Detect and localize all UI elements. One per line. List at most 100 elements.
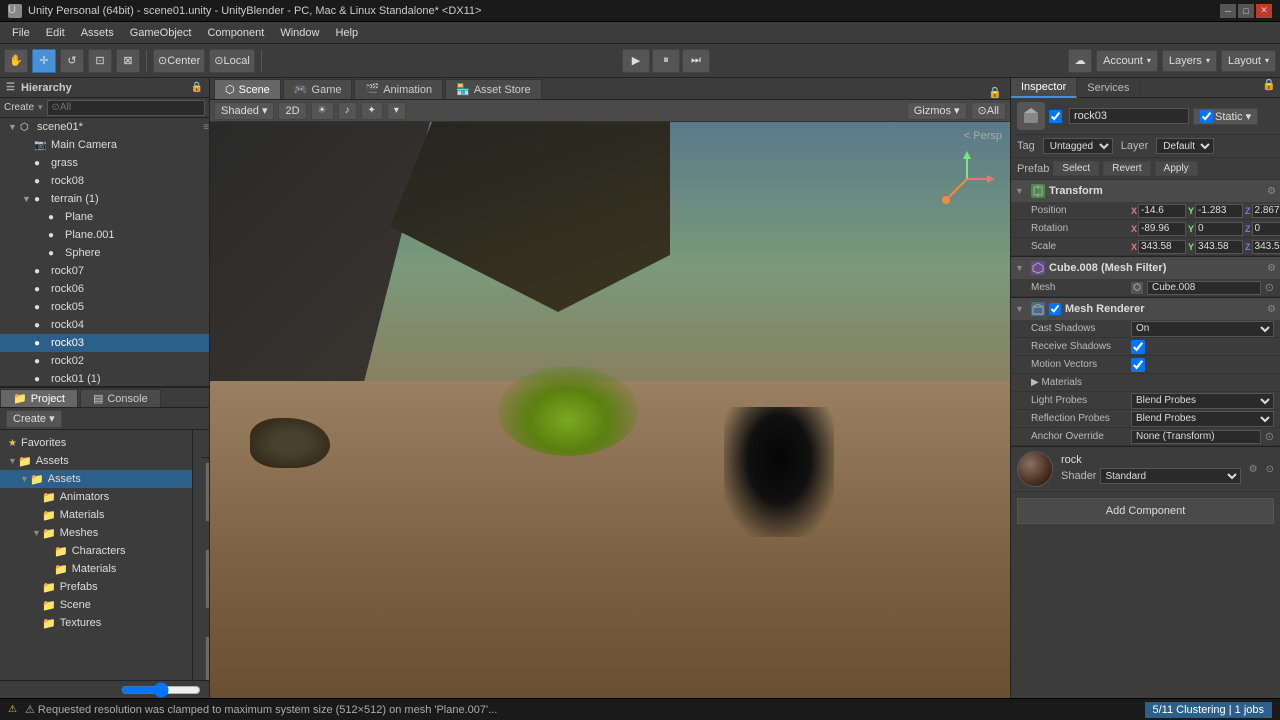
maximize-button[interactable]: □ — [1238, 4, 1254, 18]
mesh-filter-options-icon[interactable]: ⚙ — [1267, 263, 1276, 274]
position-x-input[interactable] — [1138, 204, 1186, 218]
hierarchy-item-rock04[interactable]: ● rock04 — [0, 316, 209, 334]
dimension-button[interactable]: 2D — [278, 102, 306, 120]
receive-shadows-checkbox[interactable] — [1131, 340, 1145, 354]
tree-meshes[interactable]: ▼ 📁 Meshes — [0, 524, 192, 542]
project-create-button[interactable]: Create ▾ — [6, 410, 62, 428]
hierarchy-item-rock08[interactable]: ● rock08 — [0, 172, 209, 190]
scene-layers-filter[interactable]: ⊙All — [971, 102, 1006, 120]
hierarchy-item-rock02[interactable]: ● rock02 — [0, 352, 209, 370]
center-pivot-button[interactable]: ⊙ Center — [153, 49, 205, 73]
light-probes-select[interactable]: Blend Probes — [1131, 393, 1274, 409]
hierarchy-item-rock01[interactable]: ● rock01 (1) — [0, 370, 209, 386]
prefab-apply-button[interactable]: Apply — [1155, 161, 1198, 176]
tab-scene[interactable]: ⬡ Scene — [214, 79, 281, 99]
close-button[interactable]: ✕ — [1256, 4, 1272, 18]
menu-component[interactable]: Component — [199, 25, 272, 41]
scene-options-button[interactable]: ▾ — [387, 102, 406, 120]
transform-header[interactable]: ▼ Transform ⚙ — [1011, 180, 1280, 202]
position-z-input[interactable] — [1252, 204, 1280, 218]
static-checkbox[interactable] — [1200, 110, 1213, 123]
pause-button[interactable]: ⏸ — [652, 49, 680, 73]
mesh-renderer-header[interactable]: ▼ Mesh Renderer ⚙ — [1011, 298, 1280, 320]
hierarchy-item-scene[interactable]: ▼ ⬡ scene01* ≡ — [0, 118, 209, 136]
hierarchy-item-rock07[interactable]: ● rock07 — [0, 262, 209, 280]
tree-textures[interactable]: 📁 Textures — [0, 614, 192, 632]
rotation-y-input[interactable] — [1195, 222, 1243, 236]
cloud-button[interactable]: ☁ — [1068, 49, 1092, 73]
object-enabled-checkbox[interactable] — [1049, 110, 1062, 123]
menu-window[interactable]: Window — [272, 25, 327, 41]
tab-project[interactable]: 📁 Project — [0, 389, 78, 407]
hierarchy-item-grass[interactable]: ● grass — [0, 154, 209, 172]
minimize-button[interactable]: ─ — [1220, 4, 1236, 18]
asset-materials[interactable]: Materials — [201, 545, 209, 626]
local-global-button[interactable]: ⊙ Local — [209, 49, 255, 73]
static-button[interactable]: Static ▾ — [1193, 108, 1258, 125]
step-button[interactable]: ⏭ — [682, 49, 710, 73]
shading-dropdown[interactable]: Shaded ▾ — [214, 102, 274, 120]
audio-button[interactable]: ♪ — [338, 102, 357, 120]
tool-move[interactable]: ✛ — [32, 49, 56, 73]
anchor-pick-icon[interactable]: ⊙ — [1265, 430, 1274, 443]
scale-z-input[interactable] — [1252, 240, 1280, 254]
tree-materials[interactable]: 📁 Materials — [0, 506, 192, 524]
hierarchy-item-sphere[interactable]: ● Sphere — [0, 244, 209, 262]
gizmos-button[interactable]: Gizmos ▾ — [907, 102, 967, 120]
layout-dropdown[interactable]: Layout ▾ — [1221, 50, 1276, 72]
tree-animators[interactable]: 📁 Animators — [0, 488, 192, 506]
inspector-lock-icon[interactable]: 🔒 — [1258, 78, 1280, 97]
prefab-select-button[interactable]: Select — [1053, 161, 1099, 176]
rotation-z-input[interactable] — [1252, 222, 1280, 236]
object-name-input[interactable] — [1069, 108, 1189, 124]
tool-scale[interactable]: ⊡ — [88, 49, 112, 73]
layer-select[interactable]: Default — [1156, 138, 1214, 154]
mesh-filter-header[interactable]: ▼ Cube.008 (Mesh Filter) ⚙ — [1011, 257, 1280, 279]
scene-view[interactable]: < Persp — [210, 122, 1010, 698]
tree-characters[interactable]: 📁 Characters — [0, 542, 192, 560]
mesh-ref-box[interactable]: Cube.008 — [1147, 281, 1261, 295]
tab-game[interactable]: 🎮 Game — [283, 79, 353, 99]
scale-y-input[interactable] — [1195, 240, 1243, 254]
mesh-ref-pick-icon[interactable]: ⊙ — [1265, 281, 1274, 294]
prefab-revert-button[interactable]: Revert — [1103, 161, 1150, 176]
tab-services[interactable]: Services — [1077, 78, 1140, 98]
material-options-icon[interactable]: ⚙ — [1249, 464, 1258, 475]
tool-hand[interactable]: ✋ — [4, 49, 28, 73]
hierarchy-item-plane001[interactable]: ● Plane.001 — [0, 226, 209, 244]
hierarchy-item-rock05[interactable]: ● rock05 — [0, 298, 209, 316]
position-y-input[interactable] — [1195, 204, 1243, 218]
tree-scene[interactable]: 📁 Scene — [0, 596, 192, 614]
asset-size-slider[interactable] — [121, 685, 201, 695]
transform-options-icon[interactable]: ⚙ — [1267, 186, 1276, 197]
lights-button[interactable]: ☀ — [311, 102, 334, 120]
tool-rect[interactable]: ⊠ — [116, 49, 140, 73]
asset-meshes[interactable]: Meshes — [201, 632, 209, 680]
hierarchy-item-maincamera[interactable]: 📷 Main Camera — [0, 136, 209, 154]
rotation-x-input[interactable] — [1138, 222, 1186, 236]
tab-inspector[interactable]: Inspector — [1011, 78, 1077, 98]
layers-dropdown[interactable]: Layers ▾ — [1162, 50, 1217, 72]
mesh-renderer-enabled[interactable] — [1049, 303, 1061, 315]
hierarchy-item-plane[interactable]: ● Plane — [0, 208, 209, 226]
tab-assetstore[interactable]: 🏪 Asset Store — [445, 79, 542, 99]
shader-select[interactable]: Standard — [1100, 468, 1240, 484]
menu-edit[interactable]: Edit — [38, 25, 73, 41]
tab-animation[interactable]: 🎬 Animation — [354, 79, 443, 99]
cast-shadows-select[interactable]: On — [1131, 321, 1274, 337]
menu-assets[interactable]: Assets — [73, 25, 122, 41]
hierarchy-search-input[interactable] — [47, 100, 205, 116]
tree-materials2[interactable]: 📁 Materials — [0, 560, 192, 578]
tree-prefabs[interactable]: 📁 Prefabs — [0, 578, 192, 596]
hierarchy-item-terrain[interactable]: ▼ ● terrain (1) — [0, 190, 209, 208]
mesh-renderer-options-icon[interactable]: ⚙ — [1267, 304, 1276, 315]
motion-vectors-checkbox[interactable] — [1131, 358, 1145, 372]
menu-file[interactable]: File — [4, 25, 38, 41]
fx-button[interactable]: ✦ — [361, 102, 383, 120]
add-component-button[interactable]: Add Component — [1017, 498, 1274, 524]
tree-favorites[interactable]: ★ Favorites — [0, 434, 192, 452]
hierarchy-item-rock06[interactable]: ● rock06 — [0, 280, 209, 298]
account-dropdown[interactable]: Account ▾ — [1096, 50, 1158, 72]
tree-assets[interactable]: ▼ 📁 Assets — [0, 470, 192, 488]
tool-rotate[interactable]: ↺ — [60, 49, 84, 73]
